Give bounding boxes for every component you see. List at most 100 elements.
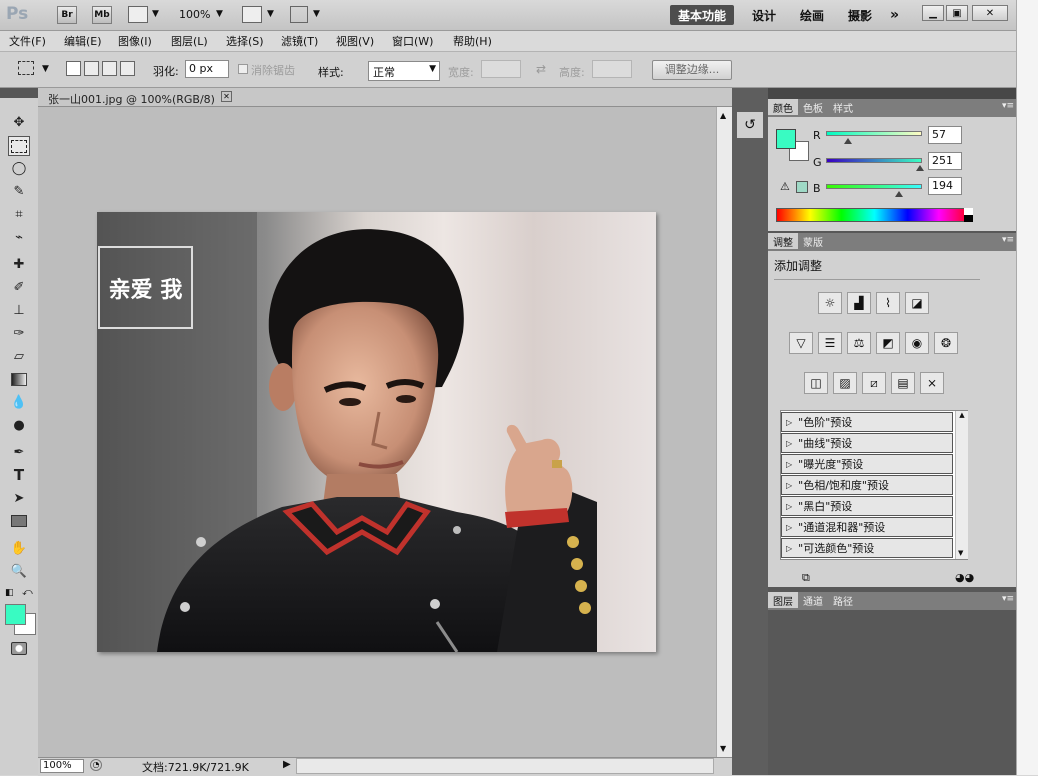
default-colors-icon[interactable]: ◧ [5,588,14,598]
extras-icon[interactable] [128,6,148,23]
antialias-checkbox[interactable] [238,64,248,74]
marquee-tool-icon[interactable] [8,136,30,156]
healing-brush-tool-icon[interactable]: ✚ [8,254,30,274]
chevron-down-icon[interactable]: ▼ [42,64,49,74]
document-photo[interactable]: 亲爱 我 [97,212,656,652]
green-value-input[interactable]: 251 [928,152,962,170]
preset-channel-mixer[interactable]: ▷ "通道混和器"预设 [781,517,953,537]
zoom-input[interactable]: 100% [40,759,84,773]
pen-tool-icon[interactable]: ✒ [8,442,30,462]
black-white-icon[interactable]: ◩ [876,332,900,354]
levels-icon[interactable]: ▟ [847,292,871,314]
bridge-button[interactable]: Br [57,6,77,24]
tab-masks[interactable]: 蒙版 [798,233,828,249]
move-tool-icon[interactable]: ✥ [8,112,30,132]
style-select[interactable]: 正常 ▼ [368,61,440,81]
red-value-input[interactable]: 57 [928,126,962,144]
brightness-contrast-icon[interactable]: ☼ [818,292,842,314]
workspace-design[interactable]: 设计 [752,5,776,25]
clip-to-layer-icon[interactable]: ⧉ [802,571,810,585]
menu-layer[interactable]: 图层(L) [171,33,208,49]
gamut-warning-icon[interactable]: ⚠ [780,180,790,193]
tab-layers[interactable]: 图层 [768,592,798,608]
channel-mixer-icon[interactable]: ❂ [934,332,958,354]
invert-icon[interactable]: ◫ [804,372,828,394]
rectangle-tool-icon[interactable] [8,511,30,531]
menu-view[interactable]: 视图(V) [336,33,374,49]
minimize-icon[interactable]: ▁ [922,5,944,21]
green-slider-thumb[interactable] [916,165,924,171]
vertical-scrollbar[interactable]: ▲ ▼ [716,107,732,757]
curves-icon[interactable]: ⌇ [876,292,900,314]
workspace-painting[interactable]: 绘画 [800,5,824,25]
scroll-down-icon[interactable]: ▼ [958,549,963,557]
panel-menu-icon[interactable]: ▾≡ [1002,101,1014,111]
preset-hue-saturation[interactable]: ▷ "色相/饱和度"预设 [781,475,953,495]
preset-curves[interactable]: ▷ "曲线"预设 [781,433,953,453]
threshold-icon[interactable]: ⧄ [862,372,886,394]
panel-options-icon[interactable]: ◕◕ [955,571,974,584]
zoom-level[interactable]: 100% [179,8,210,21]
brush-tool-icon[interactable]: ✐ [8,277,30,297]
exposure-icon[interactable]: ◪ [905,292,929,314]
more-workspaces-icon[interactable]: » [890,5,899,25]
eraser-tool-icon[interactable]: ▱ [8,346,30,366]
height-input[interactable] [592,60,632,78]
menu-select[interactable]: 选择(S) [226,33,264,49]
chevron-down-icon[interactable]: ▼ [216,9,223,19]
status-info-icon[interactable]: ◔ [90,759,102,771]
lasso-tool-icon[interactable]: ◯ [8,158,30,178]
scroll-up-icon[interactable]: ▲ [720,111,726,120]
refine-edge-button[interactable]: 调整边缘... [652,60,732,80]
scroll-down-icon[interactable]: ▼ [720,744,726,753]
tool-preset-icon[interactable] [18,61,34,75]
swap-colors-icon[interactable]: ⤺ [22,587,33,598]
menu-window[interactable]: 窗口(W) [392,33,433,49]
close-icon[interactable]: ✕ [221,91,232,102]
menu-image[interactable]: 图像(I) [118,33,152,49]
preset-exposure[interactable]: ▷ "曝光度"预设 [781,454,953,474]
document-tab[interactable]: 张一山001.jpg @ 100%(RGB/8) [48,91,215,107]
panel-menu-icon[interactable]: ▾≡ [1002,594,1014,604]
red-slider-thumb[interactable] [844,138,852,144]
path-selection-tool-icon[interactable]: ➤ [8,488,30,508]
tab-channels[interactable]: 通道 [798,592,828,608]
type-tool-icon[interactable]: T [8,465,30,485]
tab-styles[interactable]: 样式 [828,99,858,115]
swap-icon[interactable]: ⇄ [536,62,546,76]
menu-help[interactable]: 帮助(H) [453,33,492,49]
feather-input[interactable]: 0 px [185,60,229,78]
hue-saturation-icon[interactable]: ☰ [818,332,842,354]
color-balance-icon[interactable]: ⚖ [847,332,871,354]
red-slider[interactable] [826,131,922,136]
tab-color[interactable]: 颜色 [768,99,798,115]
selective-color-icon[interactable]: ⨯ [920,372,944,394]
menu-file[interactable]: 文件(F) [9,33,46,49]
clone-stamp-tool-icon[interactable]: ⊥ [8,300,30,320]
new-selection-icon[interactable] [66,61,81,76]
color-spectrum-bar[interactable] [776,208,973,222]
quick-selection-tool-icon[interactable]: ✎ [8,181,30,201]
tools-panel-header[interactable] [0,88,38,98]
eyedropper-tool-icon[interactable]: ⌁ [8,227,30,247]
preset-selective-color[interactable]: ▷ "可选颜色"预设 [781,538,953,558]
blur-tool-icon[interactable]: 💧 [8,392,30,412]
foreground-color-swatch[interactable] [5,604,26,625]
presets-scrollbar[interactable]: ▲ ▼ [955,411,968,559]
blue-slider[interactable] [826,184,922,189]
preset-black-white[interactable]: ▷ "黑白"预设 [781,496,953,516]
subtract-selection-icon[interactable] [102,61,117,76]
green-slider[interactable] [826,158,922,163]
gamut-color-swatch[interactable] [796,181,808,193]
menu-edit[interactable]: 编辑(E) [64,33,102,49]
horizontal-scrollbar[interactable] [296,758,714,774]
scroll-up-icon[interactable]: ▲ [956,411,968,419]
hand-tool-icon[interactable]: ✋ [8,538,30,558]
width-input[interactable] [481,60,521,78]
history-brush-tool-icon[interactable]: ✑ [8,323,30,343]
preset-levels[interactable]: ▷ "色阶"预设 [781,412,953,432]
minibridge-button[interactable]: Mb [92,6,112,24]
crop-tool-icon[interactable]: ⌗ [8,204,30,224]
quick-mask-icon[interactable] [8,638,30,658]
chevron-down-icon[interactable]: ▼ [267,9,274,19]
